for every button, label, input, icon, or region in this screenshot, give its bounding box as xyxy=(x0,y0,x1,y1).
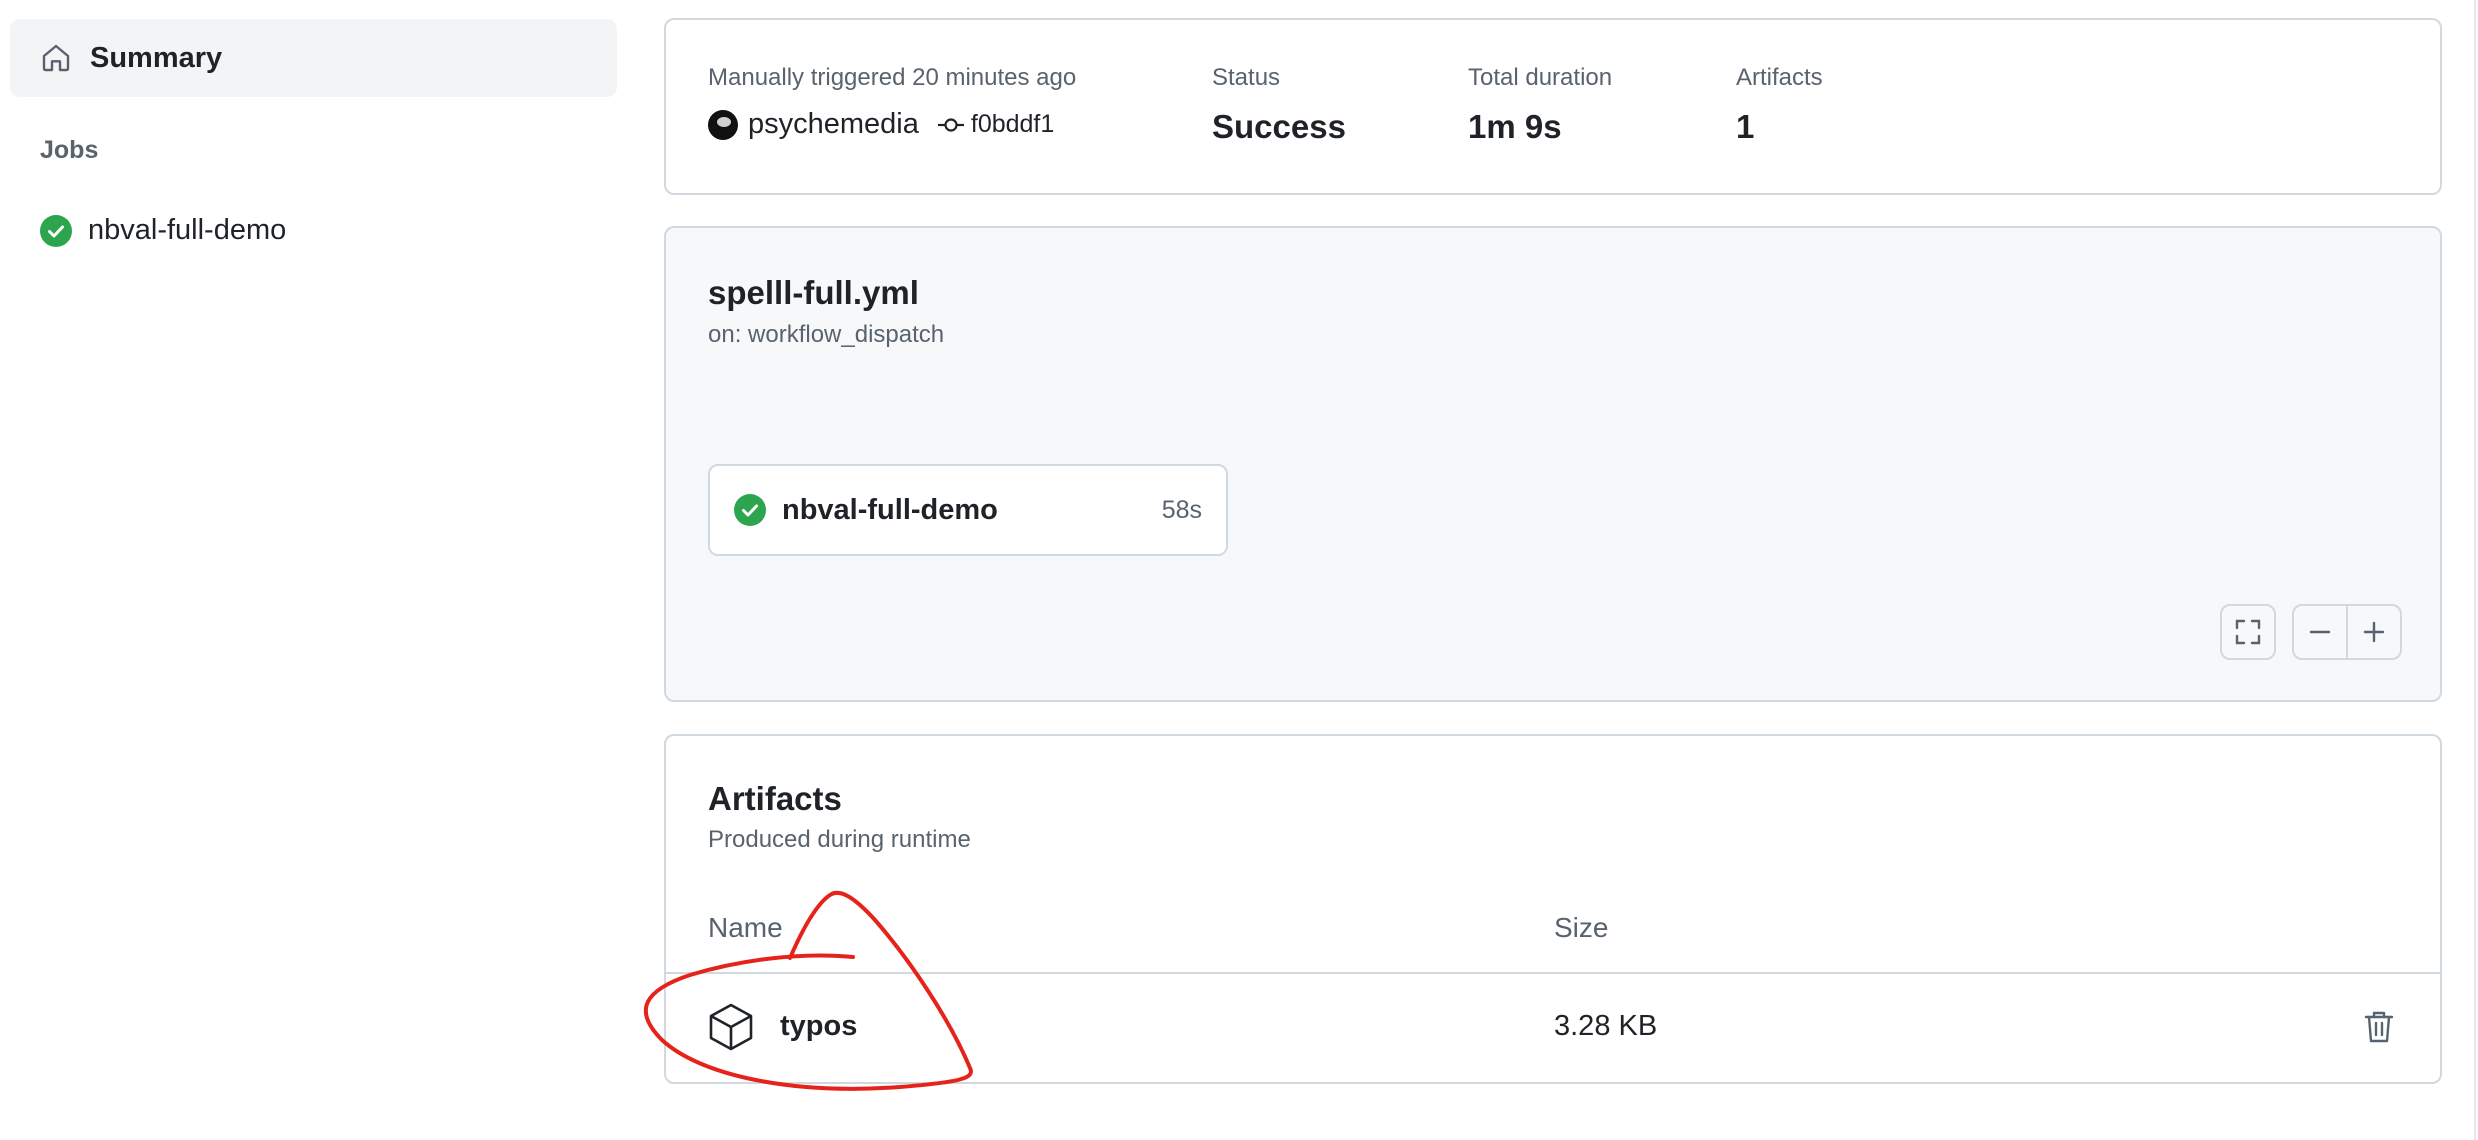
workflow-trigger: on: workflow_dispatch xyxy=(708,321,945,348)
status-value: Success xyxy=(1212,108,1346,145)
git-commit-icon xyxy=(937,116,965,134)
column-header-name: Name xyxy=(708,912,783,943)
check-circle-icon xyxy=(40,214,72,247)
duration-value: 1m 9s xyxy=(1468,108,1562,145)
artifact-size: 3.28 KB xyxy=(1554,1010,1658,1042)
zoom-in-icon xyxy=(2362,620,2386,644)
screen-full-icon xyxy=(2234,618,2262,646)
check-circle-icon xyxy=(734,494,766,526)
actor-row: psychemedia f0bddf1 xyxy=(708,108,1076,141)
sidebar-job-label: nbval-full-demo xyxy=(88,214,287,246)
package-icon xyxy=(708,1002,754,1052)
sidebar-item-summary[interactable]: Summary xyxy=(10,19,617,97)
artifact-name-link[interactable]: typos xyxy=(780,1010,857,1043)
sidebar-item-job[interactable]: nbval-full-demo xyxy=(40,214,286,247)
artifacts-card: Artifacts Produced during runtime Name S… xyxy=(664,734,2442,1084)
home-icon xyxy=(40,42,72,74)
artifacts-subtitle: Produced during runtime xyxy=(708,826,971,853)
workflow-job-node[interactable]: nbval-full-demo 58s xyxy=(708,464,1228,556)
column-header-size: Size xyxy=(1554,912,1609,943)
trigger-text: Manually triggered 20 minutes ago xyxy=(708,64,1077,91)
run-duration: Total duration 1m 9s xyxy=(1468,64,1612,146)
fullscreen-button[interactable] xyxy=(2220,604,2276,660)
commit-link[interactable]: f0bddf1 xyxy=(971,110,1054,139)
table-row: typos 3.28 KB xyxy=(666,974,2440,1082)
run-status: Status Success xyxy=(1212,64,1346,146)
jobs-heading: Jobs xyxy=(40,136,99,164)
sidebar-item-summary-label: Summary xyxy=(90,41,223,74)
run-summary-card: Manually triggered 20 minutes ago psyche… xyxy=(664,18,2442,195)
trash-icon[interactable] xyxy=(2364,1010,2394,1044)
workflow-file: spelll-full.yml xyxy=(708,274,919,311)
zoom-in-button[interactable] xyxy=(2346,604,2402,660)
zoom-out-button[interactable] xyxy=(2292,604,2348,660)
sidebar: Summary Jobs nbval-full-demo xyxy=(0,0,640,1140)
artifacts-count-label: Artifacts xyxy=(1736,64,1823,91)
actor-link[interactable]: psychemedia xyxy=(748,108,919,141)
run-trigger-info: Manually triggered 20 minutes ago psyche… xyxy=(708,64,1076,141)
avatar[interactable] xyxy=(708,109,738,140)
run-artifacts-count: Artifacts 1 xyxy=(1736,64,1823,146)
zoom-out-icon xyxy=(2308,620,2332,644)
job-node-duration: 58s xyxy=(1161,495,1202,524)
duration-label: Total duration xyxy=(1468,64,1613,91)
job-node-name: nbval-full-demo xyxy=(782,493,998,526)
status-label: Status xyxy=(1212,64,1281,91)
artifacts-title: Artifacts xyxy=(708,780,842,817)
scrollbar-track[interactable] xyxy=(2474,0,2476,1140)
workflow-graph-card: spelll-full.yml on: workflow_dispatch nb… xyxy=(664,226,2442,702)
artifacts-count-value[interactable]: 1 xyxy=(1736,108,1823,146)
